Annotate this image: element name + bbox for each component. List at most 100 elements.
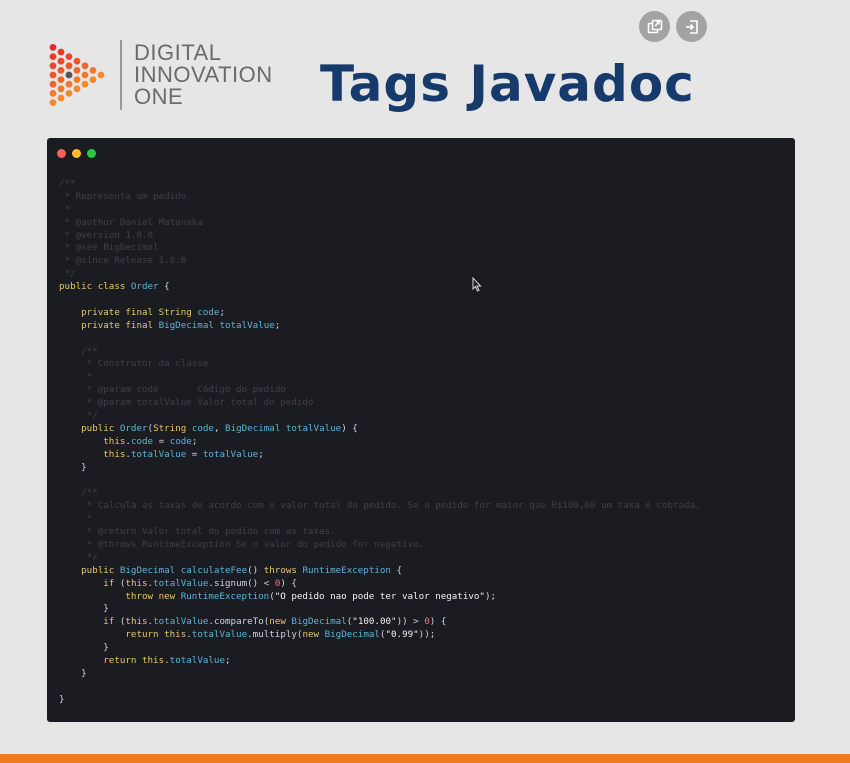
code-token: * Calcula as taxas de acordo com o valor… [59, 500, 701, 512]
code-token: totalValue [130, 448, 187, 460]
code-token: if [59, 577, 120, 589]
code-token: = [186, 448, 203, 460]
slide-title: Tags Javadoc [320, 55, 695, 113]
code-token: , [213, 422, 226, 434]
code-token: this [125, 616, 148, 628]
code-line: * Representa um pedido. [59, 191, 701, 204]
mouse-pointer-icon [472, 277, 482, 292]
code-token: String [158, 306, 198, 318]
code-token: ; [274, 319, 281, 331]
code-token: Order [119, 422, 148, 434]
picture-in-picture-button[interactable] [639, 11, 670, 42]
code-token: throws [263, 564, 303, 576]
code-token: ) { [341, 422, 358, 434]
code-token: ) { [280, 577, 297, 589]
dio-logo-icon [49, 44, 105, 106]
code-token: throw new [59, 590, 181, 602]
code-token: { [158, 281, 170, 293]
code-line: * @author Daniel Matanaka [59, 217, 701, 230]
code-token: BigDecimal [291, 616, 347, 628]
code-token: } [59, 603, 109, 615]
code-token: * Construtor da classe [59, 358, 209, 370]
code-line: * @see BigDecimal [59, 242, 701, 255]
code-block: /** * Representa um pedido. * * @author … [59, 178, 701, 707]
code-token: public [59, 422, 120, 434]
code-line: private final BigDecimal totalValue; [59, 320, 701, 333]
code-token: ; [219, 306, 225, 318]
code-line: public Order(String code, BigDecimal tot… [59, 423, 701, 436]
code-token: RuntimeException [180, 590, 270, 602]
code-line: * @since Release 1.0.0 [59, 255, 701, 268]
code-token: public class [59, 281, 131, 293]
code-token: * @return Valor total do pedido com as t… [59, 526, 336, 538]
code-line: * @param code Código do pedido [59, 384, 701, 397]
code-token: BigDecimal [225, 422, 286, 434]
code-line: /** [59, 346, 701, 359]
code-line: return this.totalValue; [59, 655, 701, 668]
brand-divider [120, 40, 122, 110]
code-token: */ [59, 268, 76, 280]
code-token: * @param code Código do pedido [59, 384, 286, 396]
code-token: this [125, 577, 148, 589]
code-token: ; [258, 448, 264, 460]
code-token: private final [59, 306, 159, 318]
accent-bar [0, 754, 850, 763]
code-line: */ [59, 410, 701, 423]
code-token: code [130, 435, 154, 447]
code-line: */ [59, 552, 701, 565]
exit-presentation-button[interactable] [676, 11, 707, 42]
code-line: } [59, 668, 701, 681]
picture-in-picture-icon [647, 19, 662, 33]
code-token: */ [59, 551, 98, 563]
code-token: this [59, 448, 126, 460]
code-line: * @throws RuntimeException Se o valor do… [59, 539, 701, 552]
code-token: totalValue [153, 577, 209, 589]
code-token: )); [418, 629, 436, 641]
code-token: private final [59, 319, 159, 331]
code-line: public class Order { [59, 281, 701, 294]
maximize-dot-icon [87, 149, 96, 158]
code-token: )) > [396, 616, 425, 628]
code-token: * @version 1.0.0 [59, 229, 154, 241]
code-line: } [59, 603, 701, 616]
code-token: Order [130, 281, 159, 293]
code-line: } [59, 462, 701, 475]
code-token: "100.00" [352, 616, 397, 628]
code-token: * @param totalValue Valor total do pedid… [59, 397, 314, 409]
code-line: public BigDecimal calculateFee() throws … [59, 565, 701, 578]
code-token: * [59, 203, 71, 215]
code-token: * Representa um pedido. [59, 190, 192, 202]
code-token: totalValue [219, 319, 275, 331]
code-token: ); [484, 590, 497, 602]
code-line: } [59, 694, 701, 707]
code-token: /** [59, 345, 98, 357]
code-token: code [191, 422, 214, 434]
code-token: .multiply( [247, 629, 303, 641]
close-dot-icon [57, 149, 66, 158]
window-controls [57, 149, 96, 158]
code-line: return this.totalValue.multiply(new BigD… [59, 629, 701, 642]
brand-line-2: INNOVATION [134, 62, 273, 87]
code-line: * [59, 513, 701, 526]
code-line: * @version 1.0.0 [59, 230, 701, 243]
code-line: */ [59, 268, 701, 281]
code-line: * [59, 204, 701, 217]
code-token: BigDecimal [119, 564, 181, 576]
code-token: RuntimeException [302, 564, 391, 576]
code-token: new [269, 616, 292, 628]
code-token: return [59, 654, 142, 666]
brand-line-1: DIGITAL [134, 40, 222, 65]
presentation-controls [639, 11, 707, 42]
code-token: ) { [429, 616, 447, 628]
code-token: } [59, 461, 87, 473]
code-token: ; [191, 435, 198, 447]
code-token: } [59, 642, 109, 654]
code-token: String [153, 422, 192, 434]
code-token: * @since Release 1.0.0 [59, 255, 187, 267]
code-token: { [390, 564, 403, 576]
code-token: * @see BigDecimal [59, 242, 159, 254]
code-token: return [59, 629, 165, 641]
code-token: .compareTo( [208, 616, 270, 628]
